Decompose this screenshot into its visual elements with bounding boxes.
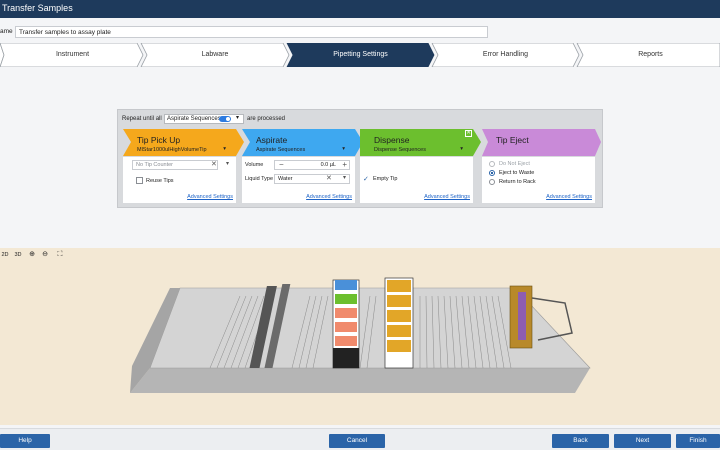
- deck-3d-view[interactable]: [0, 248, 720, 425]
- dispense-card: Dispense Dispense Sequences ▾ ✕ ✓ Empty …: [360, 129, 481, 203]
- option-return-to-rack: Return to Rack: [499, 179, 536, 185]
- tip-pickup-labware[interactable]: MlStar1000ulHighVolumeTip: [137, 147, 207, 153]
- aspirate-advanced-link[interactable]: Advanced Settings: [306, 194, 352, 200]
- dispense-title: Dispense: [374, 135, 410, 145]
- chevron-down-icon[interactable]: ▾: [236, 114, 239, 121]
- tip-pickup-body: No Tip Counter ✕ ▾ Reuse Tips Advanced S…: [123, 157, 236, 203]
- step-reports[interactable]: Reports: [581, 51, 720, 58]
- clear-icon[interactable]: ✕: [326, 174, 332, 182]
- liquid-type-label: Liquid Type: [245, 176, 274, 182]
- deck-front-face: [130, 368, 590, 393]
- aspirate-title: Aspirate: [256, 135, 288, 145]
- tip-pickup-advanced-link[interactable]: Advanced Settings: [187, 194, 233, 200]
- step-error-handling[interactable]: Error Handling: [436, 51, 575, 58]
- zoom-out-icon[interactable]: ⊖: [40, 250, 50, 260]
- tip-rack-3[interactable]: [387, 310, 411, 322]
- fullscreen-icon[interactable]: ⛶: [55, 250, 65, 260]
- plate-red-2[interactable]: [335, 322, 357, 332]
- volume-label: Volume: [245, 162, 264, 168]
- window-title: Transfer Samples: [2, 3, 73, 13]
- plate-red-1[interactable]: [335, 308, 357, 318]
- step-instrument[interactable]: Instrument: [4, 51, 141, 58]
- cancel-button[interactable]: Cancel: [329, 434, 385, 448]
- repeat-select[interactable]: Aspirate Sequences: [164, 114, 244, 124]
- chevron-down-icon[interactable]: ▾: [223, 146, 226, 152]
- minus-icon[interactable]: −: [279, 160, 284, 169]
- chevron-down-icon[interactable]: ▾: [226, 160, 229, 167]
- zoom-in-icon[interactable]: ⊕: [27, 250, 37, 260]
- plate-red-3[interactable]: [335, 336, 357, 346]
- back-button[interactable]: Back: [552, 434, 609, 448]
- plus-icon[interactable]: +: [342, 160, 347, 169]
- tip-eject-title: Tip Eject: [496, 135, 529, 145]
- volume-stepper[interactable]: − 0.0 µL +: [274, 160, 350, 170]
- finish-button[interactable]: Finish: [676, 434, 720, 448]
- tip-rack-4[interactable]: [387, 325, 411, 337]
- name-row: ame Transfer samples to assay plate: [0, 26, 720, 38]
- aspirate-header[interactable]: Aspirate Aspirate Sequences ▾: [242, 129, 363, 156]
- aspirate-card: Aspirate Aspirate Sequences ▾ Volume − 0…: [242, 129, 363, 203]
- dispense-header[interactable]: Dispense Dispense Sequences ▾ ✕: [360, 129, 481, 156]
- reuse-tips-label: Reuse Tips: [146, 178, 174, 184]
- step-pipetting-settings[interactable]: Pipetting Settings: [291, 51, 430, 58]
- empty-tip-label: Empty Tip: [373, 176, 398, 182]
- option-eject-to-waste: Eject to Waste: [499, 170, 535, 176]
- view-controls: 2D 3D ⊕ ⊖ ⛶: [0, 250, 80, 260]
- dispense-sequence[interactable]: Dispense Sequences: [374, 147, 426, 153]
- plate-blue[interactable]: [335, 280, 357, 290]
- checkmark-icon[interactable]: ✓: [363, 175, 369, 183]
- clear-icon[interactable]: ✕: [211, 160, 217, 168]
- plate-green[interactable]: [335, 294, 357, 304]
- tip-pickup-title: Tip Pick Up: [137, 135, 181, 145]
- radio-eject-to-waste[interactable]: [489, 170, 495, 176]
- repeat-suffix: are processed: [247, 116, 286, 122]
- step-labware[interactable]: Labware: [145, 51, 285, 58]
- dispense-advanced-link[interactable]: Advanced Settings: [424, 194, 470, 200]
- view-3d-button[interactable]: 3D: [13, 250, 23, 260]
- next-button[interactable]: Next: [614, 434, 671, 448]
- tip-eject-advanced-link[interactable]: Advanced Settings: [546, 194, 592, 200]
- tip-eject-card: Tip Eject Do Not Eject Eject to Waste Re…: [482, 129, 601, 203]
- volume-value[interactable]: 0.0 µL: [321, 162, 336, 168]
- name-input[interactable]: Transfer samples to assay plate: [15, 26, 488, 38]
- liquid-type-select[interactable]: Water: [274, 174, 350, 184]
- footer-bar: Help Cancel Back Next Finish: [0, 428, 720, 450]
- close-icon[interactable]: ✕: [465, 130, 472, 137]
- dispense-body: ✓ Empty Tip Advanced Settings: [360, 157, 473, 203]
- option-do-not-eject: Do Not Eject: [499, 161, 530, 167]
- tip-rack-5[interactable]: [387, 340, 411, 352]
- wizard-steps: Instrument Labware Pipetting Settings Er…: [0, 43, 720, 67]
- reuse-tips-checkbox[interactable]: [136, 177, 143, 184]
- tip-eject-header[interactable]: Tip Eject: [482, 129, 601, 156]
- view-2d-button[interactable]: 2D: [0, 250, 10, 260]
- waste-chute: [518, 292, 526, 340]
- chevron-down-icon[interactable]: ▾: [342, 146, 345, 152]
- deck-viewport[interactable]: [0, 248, 720, 425]
- radio-do-not-eject[interactable]: [489, 161, 495, 167]
- chevron-down-icon[interactable]: ▾: [343, 174, 346, 181]
- help-button[interactable]: Help: [0, 434, 50, 448]
- title-bar: Transfer Samples: [0, 0, 720, 18]
- aspirate-sequence[interactable]: Aspirate Sequences: [256, 147, 305, 153]
- tip-rack-1[interactable]: [387, 280, 411, 292]
- radio-return-to-rack[interactable]: [489, 179, 495, 185]
- chevron-down-icon[interactable]: ▾: [460, 146, 463, 152]
- tip-pickup-header[interactable]: Tip Pick Up MlStar1000ulHighVolumeTip ▾: [123, 129, 244, 156]
- tip-eject-body: Do Not Eject Eject to Waste Return to Ra…: [482, 157, 595, 203]
- pipetting-panel: Repeat until all Aspirate Sequences ▾ ar…: [117, 109, 603, 208]
- repeat-prefix: Repeat until all: [122, 116, 162, 122]
- name-label: ame: [0, 28, 13, 35]
- aspirate-body: Volume − 0.0 µL + Liquid Type Water ✕ ▾ …: [242, 157, 355, 203]
- carrier-1-base: [333, 348, 359, 368]
- tip-counter-input[interactable]: No Tip Counter: [132, 160, 218, 170]
- repeat-toggle[interactable]: [219, 116, 231, 122]
- tip-rack-2[interactable]: [387, 295, 411, 307]
- tip-pickup-card: Tip Pick Up MlStar1000ulHighVolumeTip ▾ …: [123, 129, 244, 203]
